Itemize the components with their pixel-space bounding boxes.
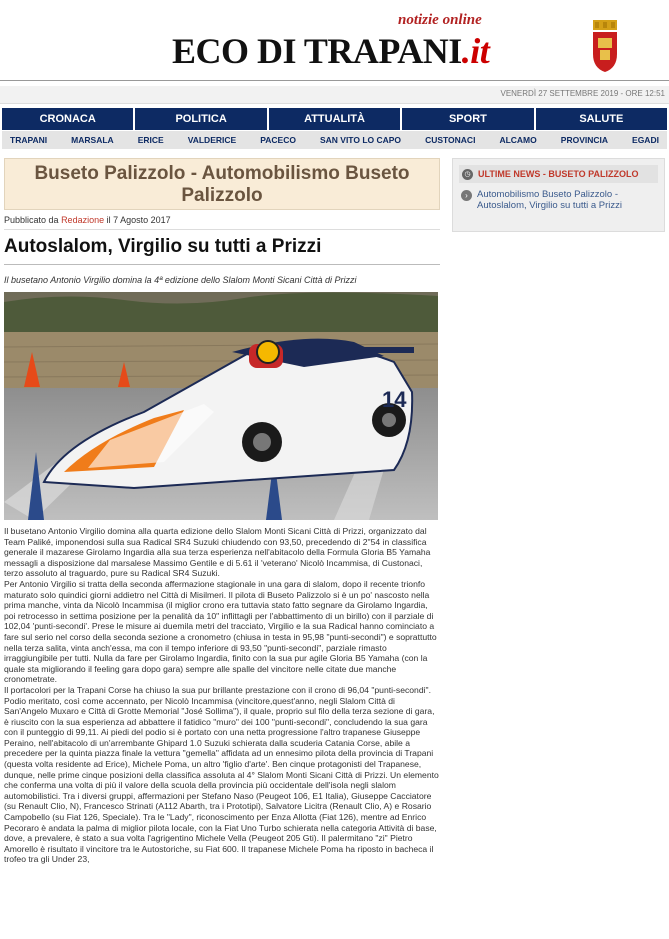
subnav-item-paceco[interactable]: PACECO: [260, 131, 296, 149]
subnav-item-trapani[interactable]: TRAPANI: [10, 131, 47, 149]
subnav-item-alcamo[interactable]: ALCAMO: [499, 131, 536, 149]
article: Buseto Palizzolo - Automobilismo Buseto …: [4, 158, 440, 865]
clock-icon: ◷: [462, 168, 473, 180]
published-date: il 7 Agosto 2017: [106, 215, 171, 225]
subnav-item-provincia[interactable]: PROVINCIA: [561, 131, 608, 149]
subnav-item-egadi[interactable]: EGADI: [632, 131, 659, 149]
subnav-item-marsala[interactable]: MARSALA: [71, 131, 114, 149]
subnav-item-custonaci[interactable]: CUSTONACI: [425, 131, 475, 149]
nav-item-politica[interactable]: POLITICA: [135, 108, 267, 130]
header-rule: [0, 80, 669, 81]
article-photo: 14: [4, 292, 438, 520]
latest-news-widget: ◷ ULTIME NEWS - BUSETO PALIZZOLO › Autom…: [452, 158, 665, 232]
current-date: VENERDÌ 27 SETTEMBRE 2019 - ORE 12:51: [500, 89, 665, 98]
site-tagline: notizie online: [398, 12, 482, 28]
sub-nav: TRAPANI MARSALA ERICE VALDERICE PACECO S…: [2, 131, 667, 149]
article-meta: Pubblicato da Redazione il 7 Agosto 2017: [4, 215, 440, 230]
race-car-image: 14: [4, 292, 438, 520]
main-nav: CRONACA POLITICA ATTUALITÀ SPORT SALUTE: [2, 108, 668, 130]
nav-item-cronaca[interactable]: CRONACA: [2, 108, 134, 130]
latest-news-header: ◷ ULTIME NEWS - BUSETO PALIZZOLO: [459, 165, 658, 183]
trapani-crest-icon: [593, 20, 617, 72]
latest-news-title: ULTIME NEWS - BUSETO PALIZZOLO: [478, 169, 639, 179]
author-link[interactable]: Redazione: [61, 215, 104, 225]
arrow-right-icon: ›: [461, 190, 472, 201]
article-paragraph-2: Per Antonio Virgilio si tratta della sec…: [4, 578, 437, 685]
logo-suffix: .it: [461, 31, 490, 71]
subnav-item-san-vito-lo-capo[interactable]: SAN VITO LO CAPO: [320, 131, 401, 149]
category-title: Buseto Palizzolo - Automobilismo Buseto …: [4, 158, 440, 210]
article-paragraph-1: Il busetano Antonio Virgilio domina alla…: [4, 526, 431, 579]
article-headline: Autoslalom, Virgilio su tutti a Prizzi: [4, 236, 440, 265]
masthead: notizie online ECO DI TRAPANI.it VENERDÌ…: [0, 0, 669, 104]
car-number: 14: [382, 387, 407, 412]
published-prefix: Pubblicato da: [4, 215, 59, 225]
nav-item-salute[interactable]: SALUTE: [535, 108, 668, 130]
article-subtitle: Il busetano Antonio Virgilio domina la 4…: [4, 275, 357, 285]
nav-item-attualita[interactable]: ATTUALITÀ: [268, 108, 401, 130]
latest-news-link[interactable]: Automobilismo Buseto Palizzolo - Autosla…: [477, 189, 656, 211]
site-logo[interactable]: ECO DI TRAPANI.it: [172, 30, 490, 72]
nav-item-sport[interactable]: SPORT: [402, 108, 534, 130]
article-body: Il busetano Antonio Virgilio domina alla…: [4, 526, 440, 865]
latest-news-item[interactable]: › Automobilismo Buseto Palizzolo - Autos…: [461, 189, 656, 211]
subnav-item-valderice[interactable]: VALDERICE: [188, 131, 237, 149]
article-paragraph-3: Il portacolori per la Trapani Corse ha c…: [4, 684, 439, 865]
logo-main-text: ECO DI TRAPANI: [172, 31, 462, 71]
subnav-item-erice[interactable]: ERICE: [138, 131, 164, 149]
date-bar: VENERDÌ 27 SETTEMBRE 2019 - ORE 12:51: [0, 86, 669, 104]
